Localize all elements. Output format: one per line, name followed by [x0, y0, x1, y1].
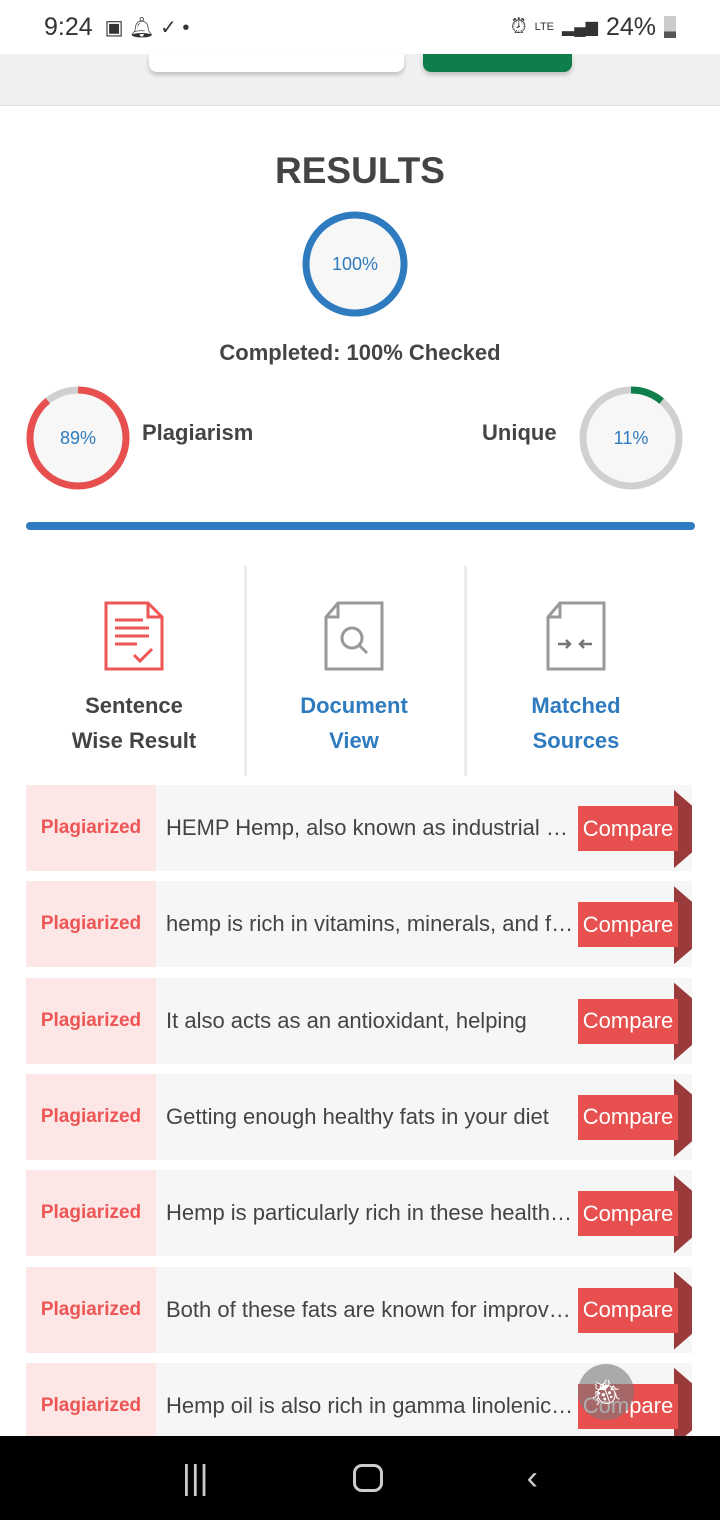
clock: 9:24: [44, 12, 93, 41]
sentence-text[interactable]: Both of these fats are known for improvi…: [166, 1267, 574, 1353]
sentence-wise-result-tab[interactable]: Sentence Wise Result: [24, 566, 244, 776]
document-search-icon: [324, 601, 384, 671]
plagiarism-percent: 89%: [59, 427, 97, 448]
tab-label-line2: View: [329, 728, 379, 753]
compare-button[interactable]: Compare: [578, 998, 678, 1044]
status-tag: Plagiarized: [26, 977, 156, 1064]
result-row[interactable]: Plagiarized It also acts as an antioxida…: [26, 977, 692, 1064]
back-button[interactable]: ‹: [527, 1459, 538, 1498]
tab-label-line2: Sources: [532, 728, 620, 753]
notification-icons: ▣ 🔔︎ ✓ •: [104, 16, 190, 39]
document-compare-icon: [546, 601, 606, 671]
sentence-text-value: Both of these fats are known for improvi…: [166, 1296, 574, 1322]
sentence-text-value: Getting enough healthy fats in your diet: [166, 1103, 549, 1129]
sentence-text-value: Hemp oil is also rich in gamma linolenic…: [166, 1392, 574, 1418]
home-button[interactable]: [352, 1464, 383, 1492]
recents-button[interactable]: |||: [182, 1459, 209, 1498]
status-tag: Plagiarized: [26, 1073, 156, 1160]
status-tag: Plagiarized: [26, 1266, 156, 1353]
status-bar: 9:24 ▣ 🔔︎ ✓ • ⏰︎ LTE ▂▄▆ 24%: [0, 0, 720, 54]
unique-label: Unique: [482, 420, 557, 445]
sentence-text[interactable]: Hemp is particularly rich in these healt…: [166, 1170, 574, 1256]
result-row[interactable]: Plagiarized Hemp is particularly rich in…: [26, 1170, 692, 1257]
signal-icon: ▂▄▆: [562, 19, 598, 36]
status-tag: Plagiarized: [26, 1170, 156, 1257]
sentence-text-value: Hemp is particularly rich in these healt…: [166, 1200, 574, 1226]
sentence-text-value: It also acts as an antioxidant, helping: [166, 1007, 527, 1033]
document-check-icon: [104, 601, 164, 671]
progress-bar: [26, 522, 695, 530]
tab-label-line1: Sentence: [85, 693, 183, 718]
status-tag: Plagiarized: [26, 785, 156, 871]
results-title: RESULTS: [275, 150, 445, 191]
sentence-text[interactable]: Getting enough healthy fats in your diet: [166, 1074, 574, 1160]
tab-label-line1: Document: [300, 693, 408, 718]
bug-icon: 🐞︎: [589, 1376, 623, 1407]
alarm-icon: ⏰︎: [511, 15, 527, 38]
input-card[interactable]: [149, 54, 404, 72]
plagiarism-label: Plagiarism: [142, 420, 254, 445]
sentence-text[interactable]: HEMP Hemp, also known as industrial hemp: [166, 785, 574, 871]
compare-button[interactable]: Compare: [578, 902, 678, 948]
compare-button[interactable]: Compare: [578, 1191, 678, 1237]
unique-percent: 11%: [613, 427, 649, 448]
result-row[interactable]: Plagiarized Getting enough healthy fats …: [26, 1073, 692, 1160]
document-view-tab[interactable]: Document View: [244, 566, 464, 776]
overall-progress-label: 100%: [331, 253, 379, 274]
result-row[interactable]: Plagiarized HEMP Hemp, also known as ind…: [26, 785, 692, 871]
compare-button[interactable]: Compare: [578, 806, 678, 851]
compare-button[interactable]: Compare: [578, 1287, 678, 1333]
completed-text: Completed: 100% Checked: [219, 340, 501, 365]
check-button[interactable]: [423, 54, 572, 72]
sentence-text[interactable]: hemp is rich in vitamins, minerals, and …: [166, 881, 574, 967]
battery-icon: [664, 16, 676, 38]
compare-button[interactable]: Compare: [578, 1094, 678, 1140]
overall-progress-ring: 100%: [302, 211, 408, 317]
sentence-text[interactable]: It also acts as an antioxidant, helping: [166, 978, 574, 1064]
tab-label-line1: Matched: [531, 693, 621, 718]
sentence-text-value: HEMP Hemp, also known as industrial hemp: [166, 815, 574, 840]
status-tag: Plagiarized: [26, 881, 156, 968]
system-nav-bar: ||| ‹: [0, 1436, 720, 1520]
plagiarism-ring: 89%: [25, 385, 131, 491]
matched-sources-tab[interactable]: Matched Sources: [466, 566, 686, 776]
network-label: LTE: [534, 21, 554, 33]
top-toolbar: [0, 54, 720, 106]
sentence-text-value: hemp is rich in vitamins, minerals, and …: [166, 911, 574, 937]
bug-report-button[interactable]: 🐞︎: [578, 1364, 634, 1420]
unique-ring: 11%: [578, 385, 684, 491]
tab-label-line2: Wise Result: [71, 728, 197, 753]
battery-percent: 24%: [605, 12, 656, 41]
result-row[interactable]: Plagiarized Both of these fats are known…: [26, 1266, 692, 1353]
result-row[interactable]: Plagiarized hemp is rich in vitamins, mi…: [26, 881, 692, 968]
